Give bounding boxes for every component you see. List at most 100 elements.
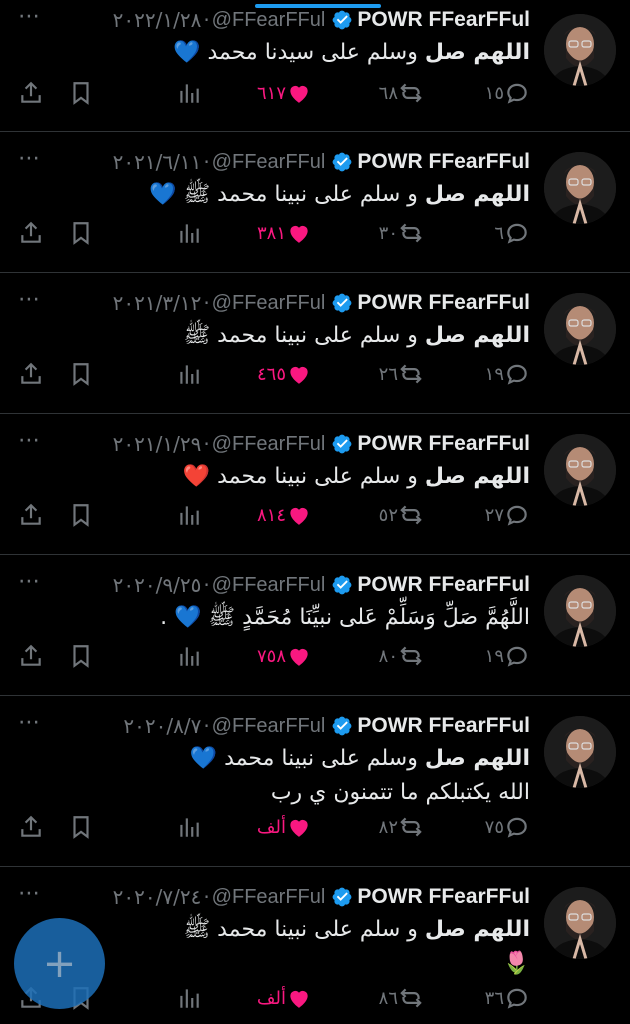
author-handle[interactable]: @FFearFFul (212, 292, 326, 315)
share-button[interactable] (18, 361, 44, 387)
author-handle[interactable]: @FFearFFul (212, 433, 326, 456)
separator-dot: · (203, 150, 210, 174)
tweet-text-bold: اللهم صل (424, 917, 530, 942)
tweet[interactable]: ٢٠٢٠/٩/٢٥ · @FFearFFul POWR FFearFFul ⋯ … (0, 555, 630, 696)
share-button[interactable] (18, 502, 44, 528)
tweet[interactable]: ٢٠٢١/٦/١١ · @FFearFFul POWR FFearFFul ⋯ … (0, 132, 630, 273)
avatar[interactable] (544, 434, 616, 506)
verified-icon (332, 434, 352, 454)
author-name[interactable]: POWR FFearFFul (357, 714, 530, 738)
author-name[interactable]: POWR FFearFFul (357, 573, 530, 597)
like-button[interactable]: ٣٨١ (257, 220, 312, 246)
verified-icon (332, 293, 352, 313)
analytics-icon (180, 224, 199, 243)
retweet-icon (400, 817, 422, 837)
tweet-text-rest: وسلم على نبينا محمد (217, 746, 425, 771)
like-button[interactable]: ٦١٧ (257, 80, 312, 106)
analytics-button[interactable] (176, 502, 202, 528)
reply-button[interactable]: ٧٥ (485, 814, 530, 840)
author-handle[interactable]: @FFearFFul (212, 9, 326, 32)
like-button[interactable]: ٧٥٨ (257, 643, 312, 669)
author-handle[interactable]: @FFearFFul (212, 715, 326, 738)
analytics-button[interactable] (176, 985, 202, 1011)
reply-button[interactable]: ٣٦ (485, 985, 530, 1011)
share-button[interactable] (18, 220, 44, 246)
emoji: ❤️ (182, 464, 211, 489)
avatar[interactable] (544, 887, 616, 959)
retweet-button[interactable]: ٦٨ (379, 80, 424, 106)
reply-button[interactable]: ١٥ (485, 80, 530, 106)
tweet-text-rest: و سلم على نبينا محمد ﷺ (183, 323, 425, 348)
retweet-button[interactable]: ٥٢ (379, 502, 424, 528)
retweet-icon (400, 364, 422, 384)
more-icon[interactable]: ⋯ (18, 4, 41, 29)
analytics-button[interactable] (176, 814, 202, 840)
reply-button[interactable]: ١٩ (485, 361, 530, 387)
bookmark-button[interactable] (68, 643, 94, 669)
more-icon[interactable]: ⋯ (18, 428, 41, 453)
retweet-button[interactable]: ٨٢ (379, 814, 424, 840)
tweet[interactable]: ٢٠٢٢/١/٢٨ · @FFearFFul POWR FFearFFul ⋯ … (0, 0, 630, 132)
author-handle[interactable]: @FFearFFul (212, 151, 326, 174)
like-count: ٤٦٥ (256, 363, 286, 385)
avatar[interactable] (544, 575, 616, 647)
tweet-actions: ٦ ٣٠ ٣٨١ (0, 220, 630, 254)
retweet-icon (400, 646, 422, 666)
author-name[interactable]: POWR FFearFFul (357, 432, 530, 456)
tweet-date: ٢٠٢١/٣/١٢ (112, 291, 202, 315)
more-icon[interactable]: ⋯ (18, 287, 41, 312)
compose-button[interactable]: + (14, 918, 105, 1009)
like-count: ألف (256, 987, 286, 1009)
bookmark-button[interactable] (68, 502, 94, 528)
author-name[interactable]: POWR FFearFFul (357, 885, 530, 909)
retweet-icon (400, 988, 422, 1008)
tweet[interactable]: ٢٠٢٠/٨/٧ · @FFearFFul POWR FFearFFul ⋯ ا… (0, 696, 630, 867)
analytics-button[interactable] (176, 643, 202, 669)
plus-icon: + (42, 940, 77, 987)
retweet-button[interactable]: ٨٠ (379, 643, 424, 669)
tweet-date: ٢٠٢٠/٩/٢٥ (112, 573, 202, 597)
tweet[interactable]: ٢٠٢١/٣/١٢ · @FFearFFul POWR FFearFFul ⋯ … (0, 273, 630, 414)
more-icon[interactable]: ⋯ (18, 881, 41, 906)
share-button[interactable] (18, 643, 44, 669)
reply-button[interactable]: ١٩ (485, 643, 530, 669)
avatar[interactable] (544, 716, 616, 788)
share-icon (21, 503, 41, 525)
reply-icon (507, 364, 527, 385)
retweet-button[interactable]: ٢٦ (379, 361, 424, 387)
bookmark-button[interactable] (68, 80, 94, 106)
more-icon[interactable]: ⋯ (18, 146, 41, 171)
share-button[interactable] (18, 80, 44, 106)
avatar[interactable] (544, 152, 616, 224)
retweet-button[interactable]: ٣٠ (379, 220, 424, 246)
analytics-button[interactable] (176, 220, 202, 246)
bookmark-button[interactable] (68, 814, 94, 840)
share-button[interactable] (18, 814, 44, 840)
like-button[interactable]: ألف (257, 985, 312, 1011)
retweet-button[interactable]: ٨٦ (379, 985, 424, 1011)
avatar[interactable] (544, 293, 616, 365)
more-icon[interactable]: ⋯ (18, 710, 41, 735)
like-button[interactable]: ٨١٤ (257, 502, 312, 528)
tweet-text: اللهم صل و سلم على نبينا محمد ﷺ 💙 (110, 178, 530, 212)
author-handle[interactable]: @FFearFFul (212, 574, 326, 597)
reply-button[interactable]: ٢٧ (485, 502, 530, 528)
bookmark-button[interactable] (68, 361, 94, 387)
reply-button[interactable]: ٦ (494, 220, 530, 246)
more-icon[interactable]: ⋯ (18, 569, 41, 594)
author-name[interactable]: POWR FFearFFul (357, 291, 530, 315)
separator-dot: · (203, 432, 210, 456)
tweet-text-rest: وسلم على سيدنا محمد (200, 40, 425, 65)
analytics-button[interactable] (176, 80, 202, 106)
bookmark-button[interactable] (68, 220, 94, 246)
like-button[interactable]: ٤٦٥ (257, 361, 312, 387)
analytics-button[interactable] (176, 361, 202, 387)
reply-count: ٦ (494, 222, 504, 244)
author-name[interactable]: POWR FFearFFul (357, 150, 530, 174)
author-name[interactable]: POWR FFearFFul (357, 8, 530, 32)
heart-icon (290, 225, 308, 243)
tweet[interactable]: ٢٠٢١/١/٢٩ · @FFearFFul POWR FFearFFul ⋯ … (0, 414, 630, 555)
avatar[interactable] (544, 14, 616, 86)
author-handle[interactable]: @FFearFFul (212, 886, 326, 909)
like-button[interactable]: ألف (257, 814, 312, 840)
